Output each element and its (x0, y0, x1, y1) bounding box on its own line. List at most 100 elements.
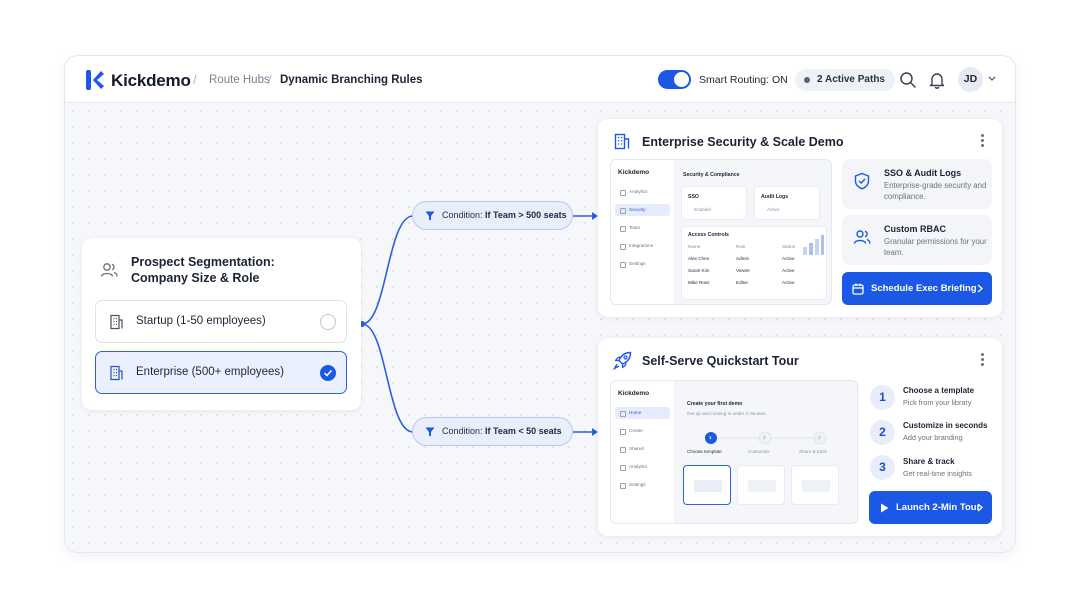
enterprise-demo-preview[interactable]: Kickdemo Analytics Security Team Integra… (610, 159, 832, 305)
more-vertical-icon[interactable] (981, 353, 985, 368)
preview-step-number: 2 (763, 435, 766, 440)
chevron-right-icon (977, 503, 983, 512)
search-icon[interactable] (899, 71, 917, 89)
preview-step-number: 1 (709, 435, 712, 440)
condition-prefix: Condition: (442, 426, 483, 436)
preview-stepper (705, 431, 827, 445)
status-dot-icon (804, 77, 810, 83)
smart-routing-toggle[interactable] (658, 70, 691, 89)
preview-table-title: Access Controls (688, 232, 729, 238)
rocket-icon (613, 351, 632, 370)
preview-main: Create your first demo Get up and runnin… (681, 387, 851, 517)
bar-chart-icon (803, 235, 824, 255)
building-icon (110, 314, 123, 330)
condition-pill-startup[interactable]: Condition: If Team < 50 seats (412, 417, 573, 446)
play-icon (881, 503, 889, 513)
condition-text: If Team > 500 seats (485, 210, 567, 220)
breadcrumb-current: Dynamic Branching Rules (280, 74, 423, 86)
preview-nav-item: Analytics (615, 186, 670, 198)
option-label: Enterprise (500+ employees) (136, 366, 284, 378)
preview-nav-item: Team (615, 222, 670, 234)
schedule-exec-briefing-button[interactable]: Schedule Exec Briefing (842, 272, 992, 305)
active-paths-badge[interactable]: 2 Active Paths (795, 69, 895, 91)
option-enterprise[interactable]: Enterprise (500+ employees) (95, 351, 347, 394)
step-subtitle: Pick from your library (903, 398, 972, 407)
preview-nav-item: Settings (615, 479, 670, 491)
active-paths-label: 2 Active Paths (817, 74, 885, 85)
enterprise-demo-title: Enterprise Security & Scale Demo (642, 135, 844, 149)
step-title: Choose a template (903, 386, 975, 395)
preview-cell: Active (782, 268, 795, 273)
smart-routing-label: Smart Routing: ON (699, 74, 788, 86)
breadcrumb-separator: / (193, 72, 197, 87)
condition-pill-enterprise[interactable]: Condition: If Team > 500 seats (412, 201, 573, 230)
filter-icon (425, 211, 435, 221)
shield-check-icon (854, 172, 870, 190)
preview-cell: Sarah Kim (688, 268, 710, 273)
bell-icon[interactable] (928, 71, 946, 89)
preview-cell: Editor (736, 280, 749, 285)
step-subtitle: Add your branding (903, 433, 963, 442)
users-icon (100, 263, 118, 277)
preview-col: Role (736, 244, 746, 249)
preview-nav-item-active: Security (615, 204, 670, 216)
preview-nav-item: Create (615, 425, 670, 437)
preview-card-title: Audit Logs (761, 194, 789, 200)
preview-nav-item: Integrations (615, 240, 670, 252)
preview-cell: Alex Chen (688, 256, 710, 261)
preview-template-tile (791, 465, 839, 505)
preview-main: Security & Compliance SSO Enabled Audit … (681, 166, 827, 300)
preview-cell: Viewer (736, 268, 750, 273)
option-startup[interactable]: Startup (1-50 employees) (95, 300, 347, 343)
segmentation-title: Prospect Segmentation: Company Size & Ro… (131, 255, 275, 285)
building-icon (614, 133, 630, 150)
preview-sidebar: Kickdemo Home Create Shared Analytics Se… (611, 381, 675, 523)
preview-step-label: Customize (748, 449, 770, 454)
preview-sso-card: SSO Enabled (681, 186, 747, 220)
step-number: 3 (870, 455, 895, 480)
feature-subtitle: Granular permissions for your team. (884, 237, 987, 257)
preview-access-table: Access Controls Name Role Status Alex Ch… (681, 226, 827, 300)
calendar-icon (852, 283, 864, 295)
step-subtitle: Get real-time insights (903, 469, 972, 478)
filter-icon (425, 427, 435, 437)
chevron-right-icon (977, 284, 983, 293)
preview-subheading: Get up and running in under 2 minutes. (687, 411, 767, 416)
check-circle-icon[interactable] (320, 365, 336, 381)
preview-audit-card: Audit Logs Active (754, 186, 820, 220)
toggle-knob (674, 72, 689, 87)
more-vertical-icon[interactable] (981, 134, 985, 149)
launch-tour-button[interactable]: Launch 2-Min Tour (869, 491, 992, 524)
selfserve-demo-preview[interactable]: Kickdemo Home Create Shared Analytics Se… (610, 380, 858, 524)
top-bar: Kickdemo / Route Hubs / Dynamic Branchin… (65, 56, 1015, 103)
feature-sso-audit: SSO & Audit Logs Enterprise-grade securi… (842, 159, 992, 209)
preview-cell: Active (782, 280, 795, 285)
brand-name: Kickdemo (111, 71, 191, 90)
preview-cell: Mike Ross (688, 280, 710, 285)
preview-cell: Admin (736, 256, 750, 261)
breadcrumb-route-hubs[interactable]: Route Hubs (209, 74, 270, 86)
preview-cell: Active (782, 256, 795, 261)
breadcrumb-separator: / (268, 72, 272, 87)
radio-unchecked-icon[interactable] (320, 314, 336, 330)
option-label: Startup (1-50 employees) (136, 315, 266, 327)
kickdemo-logo-icon (86, 70, 104, 90)
preview-nav-item-active: Home (615, 407, 670, 419)
preview-brand: Kickdemo (618, 390, 650, 397)
avatar[interactable]: JD (958, 67, 983, 92)
users-icon (853, 230, 871, 244)
preview-card-title: SSO (688, 194, 699, 200)
step-number: 1 (870, 385, 895, 410)
preview-step-label: Share & track (799, 449, 827, 454)
preview-step-number: 3 (818, 435, 821, 440)
chevron-down-icon[interactable] (988, 76, 996, 82)
step-title: Customize in seconds (903, 421, 988, 430)
preview-col: Status (782, 244, 796, 249)
app-window: Kickdemo / Route Hubs / Dynamic Branchin… (64, 55, 1016, 553)
preview-heading: Create your first demo (687, 401, 743, 407)
preview-nav-item: Shared (615, 443, 670, 455)
condition-text: If Team < 50 seats (485, 426, 562, 436)
more-horizontal-icon[interactable] (336, 256, 340, 259)
segmentation-card: Prospect Segmentation: Company Size & Ro… (82, 238, 361, 410)
preview-step-label: Choose template (687, 449, 722, 454)
